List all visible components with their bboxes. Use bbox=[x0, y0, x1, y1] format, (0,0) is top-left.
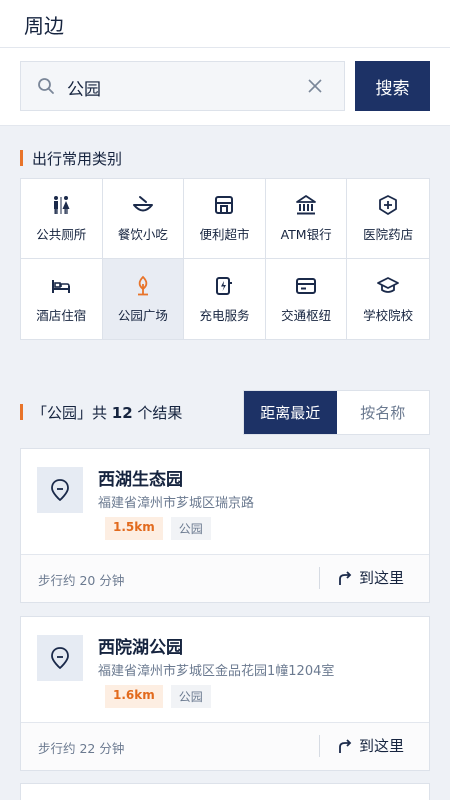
category-label: ATM银行 bbox=[280, 227, 332, 242]
card-footer: 步行约 20 分钟 到这里 bbox=[21, 554, 429, 602]
category-hotel[interactable]: 酒店住宿 bbox=[21, 259, 103, 339]
distance-badge: 1.5km bbox=[105, 517, 163, 540]
place-address: 福建省漳州市芗城区金品花园1幢1204室 bbox=[98, 664, 335, 679]
category-label: 交通枢纽 bbox=[281, 307, 332, 323]
results-prefix: 「公园」共 bbox=[32, 404, 112, 422]
category-label: 学校院校 bbox=[363, 307, 414, 323]
result-card-partial[interactable] bbox=[20, 783, 430, 800]
search-input[interactable]: 公园 bbox=[20, 61, 345, 111]
category-medical[interactable]: 医院药店 bbox=[347, 179, 429, 259]
result-card[interactable]: 西院湖公园 福建省漳州市芗城区金品花园1幢1204室 1.6km 公园 步行约 … bbox=[20, 616, 430, 771]
categories-title: 出行常用类别 bbox=[32, 150, 123, 168]
divider bbox=[319, 567, 320, 589]
accent-bar bbox=[20, 150, 23, 166]
search-button[interactable]: 搜索 bbox=[355, 61, 430, 111]
category-label: 充电服务 bbox=[199, 307, 250, 323]
transit-card-icon bbox=[296, 277, 317, 294]
navigate-label: 到这里 bbox=[359, 737, 405, 755]
walk-time: 步行约 20 分钟 bbox=[38, 573, 125, 588]
graduation-cap-icon bbox=[377, 276, 400, 293]
results-count: 12 bbox=[111, 404, 133, 422]
results-suffix: 个结果 bbox=[132, 404, 183, 422]
results-summary: 「公园」共 12 个结果 bbox=[20, 402, 182, 423]
sort-by-name-button[interactable]: 按名称 bbox=[337, 391, 430, 434]
category-bank[interactable]: ATM银行 bbox=[265, 179, 348, 259]
place-name: 西湖生态园 bbox=[98, 470, 183, 490]
park-icon bbox=[137, 275, 148, 295]
bed-icon bbox=[52, 279, 71, 293]
divider bbox=[319, 735, 320, 757]
categories-heading: 出行常用类别 bbox=[20, 148, 122, 169]
page-title: 周边 bbox=[24, 14, 64, 38]
category-label: 公园广场 bbox=[117, 307, 168, 323]
category-food[interactable]: 餐饮小吃 bbox=[102, 179, 185, 259]
place-name: 西院湖公园 bbox=[98, 638, 183, 658]
navigate-label: 到这里 bbox=[359, 569, 405, 587]
category-label: 餐饮小吃 bbox=[117, 227, 168, 242]
category-restroom[interactable]: 公共厕所 bbox=[21, 179, 103, 259]
navigate-button[interactable]: 到这里 bbox=[337, 567, 404, 588]
category-label: 便利超市 bbox=[199, 227, 250, 242]
bowl-icon bbox=[132, 196, 153, 212]
location-pin-icon bbox=[37, 635, 83, 681]
turn-arrow-icon bbox=[339, 570, 352, 585]
category-transit[interactable]: 交通枢纽 bbox=[266, 259, 348, 339]
restroom-icon bbox=[54, 196, 70, 214]
category-label: 医院药店 bbox=[363, 227, 414, 242]
category-school[interactable]: 学校院校 bbox=[347, 259, 429, 339]
category-park[interactable]: 公园广场 bbox=[102, 259, 185, 339]
category-grid: 公共厕所 餐饮小吃 便利超市 ATM银行 医院药店 酒店住宿 公园广场 充电服务… bbox=[20, 178, 430, 340]
sort-toggle: 距离最近 按名称 bbox=[243, 390, 430, 435]
location-pin-icon bbox=[37, 467, 83, 513]
category-label: 公共厕所 bbox=[36, 227, 87, 242]
search-value: 公园 bbox=[67, 80, 101, 100]
search-icon bbox=[38, 78, 54, 94]
category-label: 酒店住宿 bbox=[36, 307, 87, 323]
distance-badge: 1.6km bbox=[105, 685, 163, 708]
navigate-button[interactable]: 到这里 bbox=[337, 735, 404, 756]
results-header: 「公园」共 12 个结果 距离最近 按名称 bbox=[20, 390, 430, 435]
walk-time: 步行约 22 分钟 bbox=[38, 741, 125, 756]
search-bar: 公园 搜索 bbox=[0, 48, 450, 126]
accent-bar bbox=[20, 404, 23, 420]
category-badge: 公园 bbox=[170, 685, 211, 708]
store-icon bbox=[215, 196, 234, 214]
top-bar: 周边 bbox=[0, 0, 450, 48]
category-store[interactable]: 便利超市 bbox=[184, 179, 266, 259]
category-badge: 公园 bbox=[170, 517, 211, 540]
card-footer: 步行约 22 分钟 到这里 bbox=[21, 722, 429, 770]
bank-icon bbox=[296, 195, 316, 215]
result-card[interactable]: 西湖生态园 福建省漳州市芗城区瑞京路 1.5km 公园 步行约 20 分钟 到这… bbox=[20, 448, 430, 603]
charging-icon bbox=[216, 276, 233, 295]
turn-arrow-icon bbox=[339, 738, 352, 753]
category-charging[interactable]: 充电服务 bbox=[184, 259, 266, 339]
close-icon[interactable] bbox=[306, 76, 324, 96]
place-address: 福建省漳州市芗城区瑞京路 bbox=[98, 496, 255, 511]
place-tags: 1.5km 公园 bbox=[105, 517, 211, 540]
sort-nearest-button[interactable]: 距离最近 bbox=[244, 391, 337, 434]
medical-icon bbox=[379, 195, 398, 215]
place-tags: 1.6km 公园 bbox=[105, 685, 211, 708]
